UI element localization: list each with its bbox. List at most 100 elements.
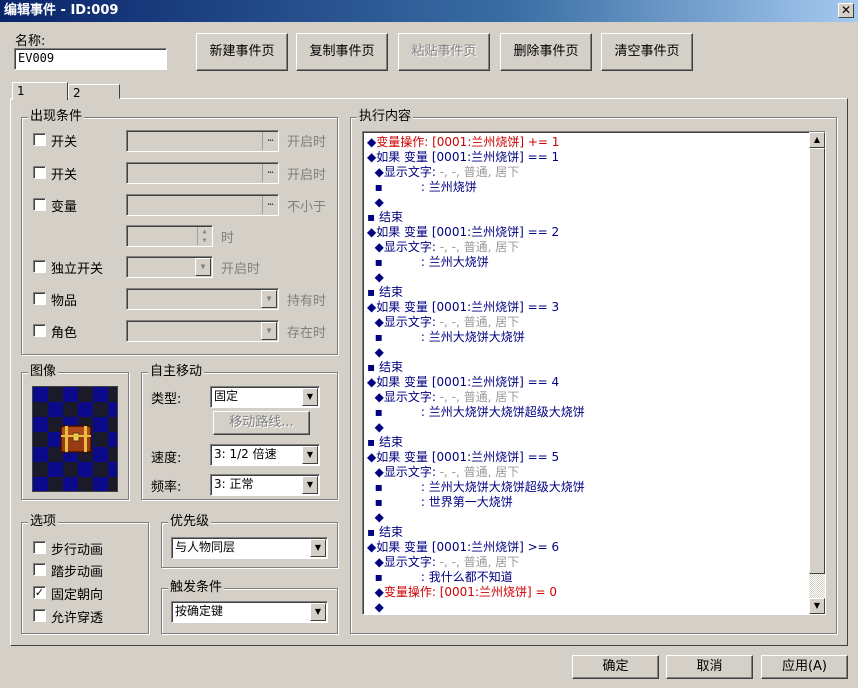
event-graphic[interactable]	[32, 386, 118, 492]
command-line[interactable]: ◆变量操作: [0001:兰州烧饼] += 1	[364, 135, 808, 150]
command-line[interactable]: ▪ : 世界第一大烧饼	[364, 495, 808, 510]
switch1-field[interactable]: …	[126, 130, 279, 152]
command-segment: 如果 变量 [0001:兰州烧饼] == 5	[376, 450, 560, 464]
command-segment: ▪ 结束	[367, 210, 403, 224]
command-line[interactable]: ◆显示文字: -, -, 普通, 居下	[364, 165, 808, 180]
copy-page-button[interactable]: 复制事件页	[296, 33, 388, 71]
command-line[interactable]: ▪ 结束	[364, 435, 808, 450]
switch1-suffix: 开启时	[287, 135, 327, 150]
step-anim-checkbox[interactable]	[33, 563, 46, 576]
command-line[interactable]: ◆如果 变量 [0001:兰州烧饼] == 4	[364, 375, 808, 390]
through-checkbox[interactable]	[33, 609, 46, 622]
command-line[interactable]: ◆	[364, 510, 808, 525]
command-segment: ◆	[367, 300, 377, 314]
item-select[interactable]: ▼	[126, 288, 279, 310]
variable-suffix: 不小于	[287, 200, 327, 215]
command-line[interactable]: ◆显示文字: -, -, 普通, 居下	[364, 315, 808, 330]
vertical-scrollbar[interactable]: ▲ ▼	[809, 132, 825, 614]
command-line[interactable]: ◆如果 变量 [0001:兰州烧饼] >= 6	[364, 540, 808, 555]
command-segment: -, -, 普通, 居下	[435, 390, 520, 404]
command-line[interactable]: ▪ : 兰州大烧饼大烧饼	[364, 330, 808, 345]
command-line[interactable]: ▪ : 兰州大烧饼大烧饼超级大烧饼	[364, 405, 808, 420]
command-line[interactable]: ◆显示文字: -, -, 普通, 居下	[364, 465, 808, 480]
paste-page-button[interactable]: 粘贴事件页	[398, 33, 490, 71]
switch1-checkbox[interactable]	[33, 133, 46, 146]
command-line[interactable]: ◆显示文字: -, -, 普通, 居下	[364, 240, 808, 255]
command-line[interactable]: ◆如果 变量 [0001:兰州烧饼] == 3	[364, 300, 808, 315]
command-segment: ◆	[367, 165, 384, 179]
command-line[interactable]: ▪ 结束	[364, 285, 808, 300]
movement-type-select[interactable]: 固定 ▼	[210, 386, 320, 408]
apply-button[interactable]: 应用(A)	[761, 655, 848, 679]
ok-button[interactable]: 确定	[572, 655, 659, 679]
command-segment: -, -, 普通, 居下	[435, 315, 520, 329]
command-line[interactable]: ◆	[364, 270, 808, 285]
command-segment: ◆	[367, 195, 384, 209]
command-line[interactable]: ◆如果 变量 [0001:兰州烧饼] == 2	[364, 225, 808, 240]
move-route-button[interactable]: 移动路线...	[213, 411, 310, 435]
delete-page-button[interactable]: 删除事件页	[500, 33, 592, 71]
self-switch-select[interactable]: ▼	[126, 256, 213, 278]
scroll-thumb[interactable]	[809, 148, 825, 574]
command-line[interactable]: ▪ : 我什么都不知道	[364, 570, 808, 585]
command-line[interactable]: ◆如果 变量 [0001:兰州烧饼] == 5	[364, 450, 808, 465]
tab-page-2[interactable]: 2	[68, 84, 120, 100]
command-segment: 显示文字:	[383, 240, 436, 254]
command-line[interactable]: ◆	[364, 600, 808, 614]
movement-type-value: 固定	[214, 389, 239, 403]
command-line[interactable]: ◆	[364, 420, 808, 435]
walk-anim-checkbox[interactable]	[33, 541, 46, 554]
item-checkbox[interactable]	[33, 292, 46, 305]
command-line[interactable]: ◆	[364, 345, 808, 360]
command-line[interactable]: ◆显示文字: -, -, 普通, 居下	[364, 390, 808, 405]
command-line[interactable]: ▪ 结束	[364, 360, 808, 375]
new-page-button[interactable]: 新建事件页	[196, 33, 288, 71]
actor-checkbox[interactable]	[33, 324, 46, 337]
variable-value-spinner[interactable]: ▲ ▼	[126, 225, 213, 247]
command-line[interactable]: ◆显示文字: -, -, 普通, 居下	[364, 555, 808, 570]
actor-select[interactable]: ▼	[126, 320, 279, 342]
switch1-label: 开关	[51, 135, 78, 150]
variable-checkbox[interactable]	[33, 198, 46, 211]
close-button[interactable]: ✕	[838, 3, 854, 18]
command-line[interactable]: ▪ : 兰州大烧饼大烧饼超级大烧饼	[364, 480, 808, 495]
cancel-button[interactable]: 取消	[666, 655, 753, 679]
switch2-checkbox[interactable]	[33, 166, 46, 179]
direction-fix-checkbox[interactable]: ✓	[33, 586, 46, 599]
scroll-up-icon[interactable]: ▲	[809, 132, 825, 148]
step-anim-label: 踏步动画	[51, 565, 104, 580]
command-line[interactable]: ▪ : 兰州大烧饼	[364, 255, 808, 270]
command-segment: ◆	[367, 600, 384, 614]
switch2-field[interactable]: …	[126, 162, 279, 184]
movement-freq-select[interactable]: 3: 正常 ▼	[210, 474, 320, 496]
command-line[interactable]: ◆	[364, 195, 808, 210]
movement-speed-label: 速度:	[151, 451, 182, 466]
trigger-select[interactable]: 按确定键 ▼	[171, 601, 328, 623]
movement-freq-label: 频率:	[151, 480, 182, 495]
command-segment: 变量操作: [0001:兰州烧饼] += 1	[376, 135, 560, 149]
scroll-down-icon[interactable]: ▼	[809, 598, 825, 614]
movement-speed-select[interactable]: 3: 1/2 倍速 ▼	[210, 444, 320, 466]
command-segment: : 兰州大烧饼大烧饼超级大烧饼	[420, 480, 585, 494]
priority-select[interactable]: 与人物同层 ▼	[171, 537, 328, 559]
through-label: 允许穿透	[51, 611, 104, 626]
spinner-arrows-icon[interactable]: ▲ ▼	[197, 227, 211, 245]
name-input[interactable]: EV009	[14, 48, 167, 70]
command-line[interactable]: ▪ : 兰州烧饼	[364, 180, 808, 195]
contents-title: 执行内容	[357, 109, 414, 124]
command-line[interactable]: ▪ 结束	[364, 525, 808, 540]
command-segment: ▪	[367, 255, 421, 269]
command-segment: 变量操作: [0001:兰州烧饼] = 0	[383, 585, 557, 599]
variable-field[interactable]: …	[126, 194, 279, 216]
command-line[interactable]: ▪ 结束	[364, 210, 808, 225]
actor-suffix: 存在时	[287, 326, 327, 341]
event-command-list[interactable]: ◆变量操作: [0001:兰州烧饼] += 1 ◆如果 变量 [0001:兰州烧饼…	[362, 131, 826, 615]
close-icon: ✕	[840, 3, 852, 17]
tab-page-1[interactable]: 1	[12, 82, 68, 100]
command-segment: ◆	[367, 555, 384, 569]
command-line[interactable]: ◆变量操作: [0001:兰州烧饼] = 0	[364, 585, 808, 600]
clear-page-button[interactable]: 清空事件页	[601, 33, 693, 71]
command-line[interactable]: ◆如果 变量 [0001:兰州烧饼] == 1	[364, 150, 808, 165]
self-switch-checkbox[interactable]	[33, 260, 46, 273]
trigger-value: 按确定键	[175, 604, 224, 618]
